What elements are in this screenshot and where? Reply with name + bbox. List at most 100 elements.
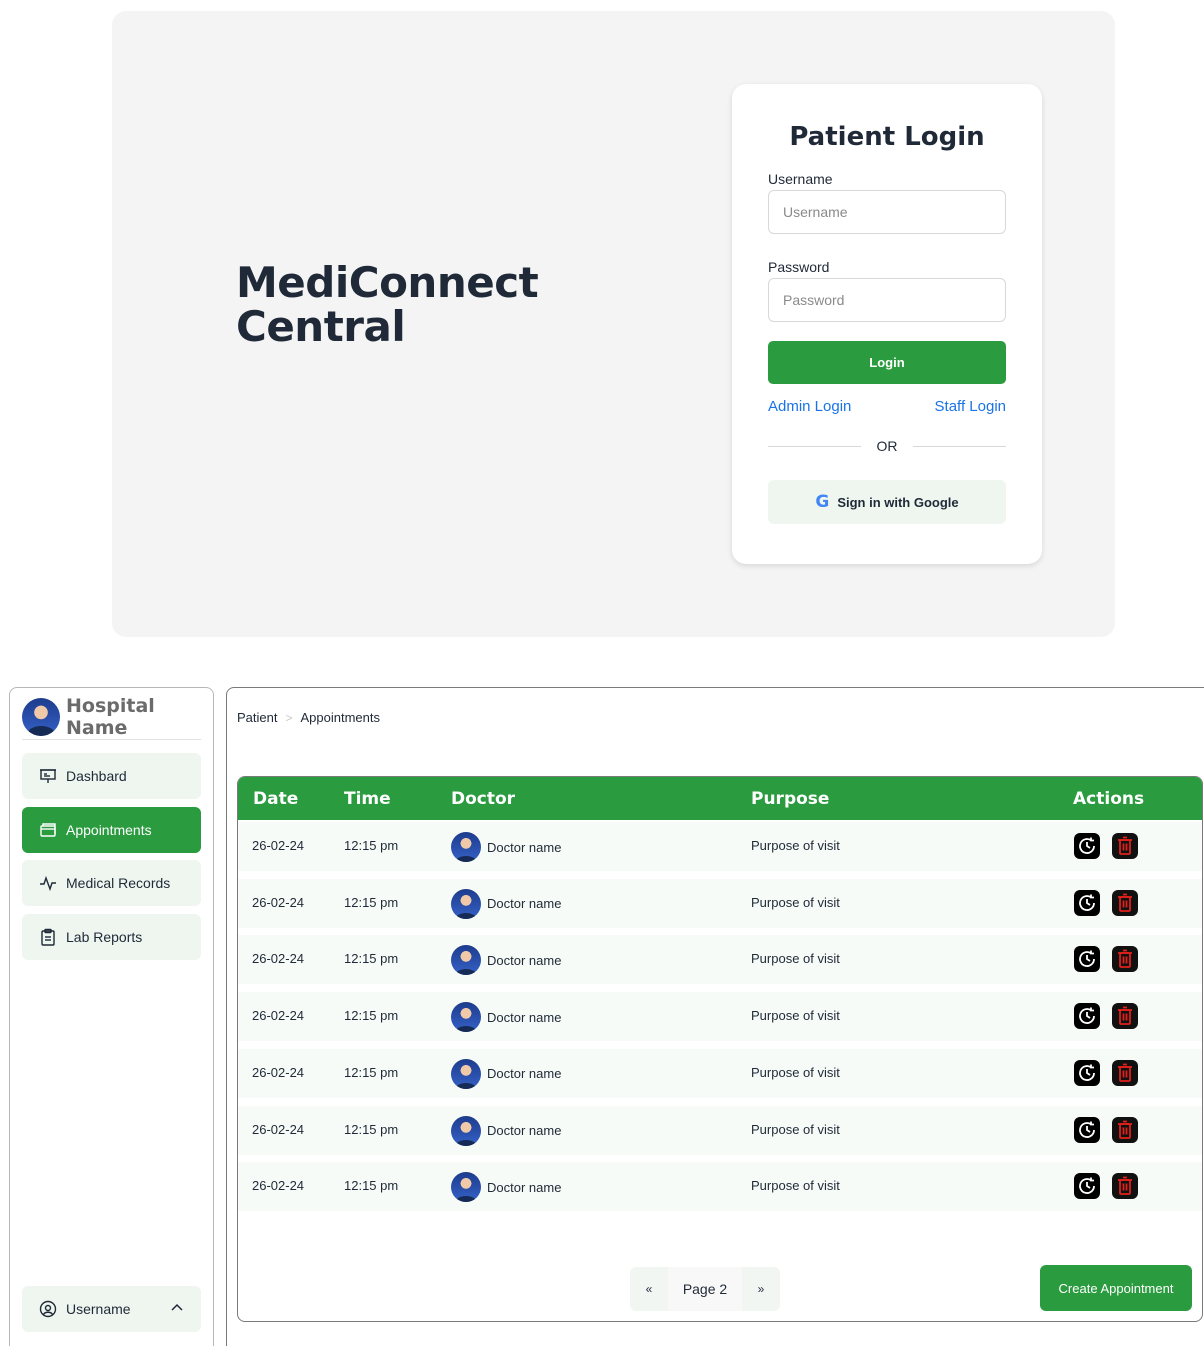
table-row: 26-02-24 12:15 pm Doctor name Purpose of…: [238, 1105, 1202, 1155]
cell-doctor: Doctor name: [451, 1115, 562, 1146]
header-date: Date: [253, 789, 299, 809]
breadcrumb: Patient > Appointments: [237, 710, 380, 725]
doctor-name: Doctor name: [487, 952, 562, 968]
trash-icon: [1118, 1006, 1132, 1025]
google-icon: G: [815, 492, 830, 512]
delete-button[interactable]: [1112, 1116, 1138, 1143]
brand-title: MediConnect Central: [236, 258, 539, 351]
doctor-name: Doctor name: [487, 896, 562, 912]
sidebar-item-dashboard[interactable]: Dashbard: [22, 753, 201, 799]
cell-purpose: Purpose of visit: [751, 894, 840, 910]
sidebar-item-label: Dashbard: [66, 768, 127, 784]
sidebar-item-medical-records[interactable]: Medical Records: [22, 860, 201, 906]
header-actions: Actions: [1073, 789, 1145, 809]
reschedule-button[interactable]: [1074, 1003, 1100, 1030]
login-button[interactable]: Login: [768, 341, 1006, 384]
activity-pulse-icon: [40, 875, 56, 892]
cell-date: 26-02-24: [252, 1121, 305, 1137]
header-doctor: Doctor: [451, 789, 516, 809]
cards-icon: [40, 823, 56, 837]
appointments-table: Date Time Doctor Purpose Actions 26-02-2…: [237, 776, 1203, 1322]
main-panel: Patient > Appointments Date Time Doctor …: [226, 687, 1204, 1346]
cell-date: 26-02-24: [252, 1008, 305, 1024]
google-button-label: Sign in with Google: [837, 494, 959, 510]
prev-page-button[interactable]: «: [630, 1267, 668, 1311]
login-title: Patient Login: [789, 122, 985, 152]
divider-line: [913, 446, 1006, 447]
pagination: « Page 2 »: [630, 1267, 780, 1311]
clock-refresh-icon: [1079, 1007, 1095, 1025]
user-circle-icon: [39, 1300, 57, 1318]
cell-time: 12:15 pm: [344, 1008, 399, 1024]
doctor-avatar: [451, 888, 481, 919]
cell-date: 26-02-24: [252, 894, 305, 910]
staff-login-link[interactable]: Staff Login: [935, 398, 1006, 415]
reschedule-button[interactable]: [1074, 1116, 1100, 1143]
trash-icon: [1118, 1120, 1132, 1139]
cell-time: 12:15 pm: [344, 1178, 399, 1194]
hospital-avatar: [22, 697, 60, 736]
cell-time: 12:15 pm: [344, 838, 399, 853]
cell-date: 26-02-24: [252, 951, 305, 967]
next-page-button[interactable]: »: [742, 1267, 780, 1311]
doctor-avatar: [451, 1002, 481, 1033]
table-row: 26-02-24 12:15 pm Doctor name Purpose of…: [238, 992, 1202, 1042]
cell-time: 12:15 pm: [344, 1121, 399, 1137]
sidebar-item-label: Medical Records: [66, 875, 171, 891]
or-divider: OR: [768, 438, 1006, 454]
reschedule-button[interactable]: [1074, 946, 1100, 973]
reschedule-button[interactable]: [1074, 1173, 1100, 1200]
sidebar: Hospital Name Dashbard Appointments Medi…: [9, 687, 214, 1346]
doctor-name: Doctor name: [487, 1009, 562, 1025]
delete-button[interactable]: [1112, 1003, 1138, 1030]
cell-time: 12:15 pm: [344, 1064, 399, 1080]
doctor-avatar: [451, 945, 481, 976]
doctor-name: Doctor name: [487, 1123, 562, 1138]
username-input[interactable]: [768, 190, 1006, 234]
hospital-name: Hospital Name: [66, 694, 155, 739]
reschedule-button[interactable]: [1074, 833, 1100, 859]
table-row: 26-02-24 12:15 pm Doctor name Purpose of…: [238, 935, 1202, 985]
cell-purpose: Purpose of visit: [751, 1121, 840, 1137]
password-input[interactable]: [768, 278, 1006, 322]
cell-purpose: Purpose of visit: [751, 1178, 840, 1194]
trash-icon: [1118, 949, 1132, 969]
google-signin-button[interactable]: G Sign in with Google: [768, 480, 1006, 524]
cell-date: 26-02-24: [252, 1178, 305, 1194]
delete-button[interactable]: [1112, 946, 1138, 973]
cell-doctor: Doctor name: [451, 1172, 562, 1203]
clock-refresh-icon: [1079, 950, 1095, 968]
clock-refresh-icon: [1079, 894, 1095, 911]
doctor-avatar: [451, 1058, 481, 1089]
sidebar-item-appointments[interactable]: Appointments: [22, 807, 201, 853]
cell-time: 12:15 pm: [344, 894, 399, 910]
reschedule-button[interactable]: [1074, 1059, 1100, 1086]
doctor-name: Doctor name: [487, 839, 562, 855]
breadcrumb-patient[interactable]: Patient: [237, 710, 277, 725]
clock-refresh-icon: [1079, 1064, 1095, 1081]
create-appointment-button[interactable]: Create Appointment: [1040, 1265, 1192, 1311]
sidebar-item-label: Lab Reports: [66, 929, 143, 945]
sidebar-header: Hospital Name: [22, 694, 201, 740]
chevron-right-icon: >: [285, 710, 293, 725]
chevron-up-icon: [171, 1303, 183, 1311]
reschedule-button[interactable]: [1074, 889, 1100, 916]
sidebar-item-lab-reports[interactable]: Lab Reports: [22, 914, 201, 960]
username-label: Username: [66, 1301, 131, 1317]
admin-login-link[interactable]: Admin Login: [768, 398, 851, 415]
table-row: 26-02-24 12:15 pm Doctor name Purpose of…: [238, 1162, 1202, 1212]
delete-button[interactable]: [1112, 833, 1138, 859]
breadcrumb-appointments[interactable]: Appointments: [301, 710, 381, 725]
cell-time: 12:15 pm: [344, 951, 399, 967]
delete-button[interactable]: [1112, 1059, 1138, 1086]
clock-refresh-icon: [1079, 1177, 1095, 1195]
delete-button[interactable]: [1112, 1173, 1138, 1200]
cell-purpose: Purpose of visit: [751, 1064, 840, 1080]
cell-doctor: Doctor name: [451, 888, 562, 919]
table-row: 26-02-24 12:15 pm Doctor name Purpose of…: [238, 878, 1202, 928]
delete-button[interactable]: [1112, 889, 1138, 916]
trash-icon: [1118, 1063, 1132, 1082]
doctor-name: Doctor name: [487, 1179, 562, 1195]
user-menu[interactable]: Username: [22, 1286, 201, 1332]
cell-doctor: Doctor name: [451, 1002, 562, 1033]
